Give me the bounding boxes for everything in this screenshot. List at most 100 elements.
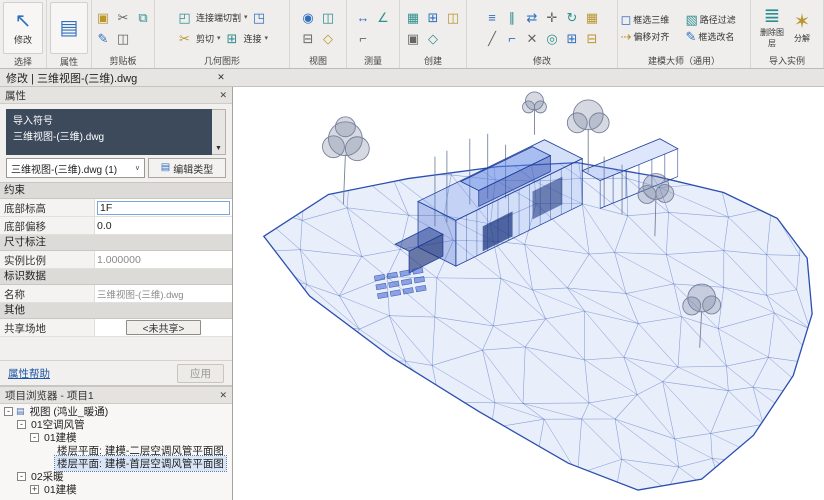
collapse-icon[interactable]: -: [17, 420, 26, 429]
properties-close-icon[interactable]: ✕: [219, 90, 227, 101]
create-group-button[interactable]: ▦: [405, 9, 422, 26]
panel-label-modify[interactable]: 修改: [467, 55, 617, 68]
panel-label-import-instance[interactable]: 导入实例: [751, 55, 823, 68]
measure-button[interactable]: ↔: [355, 9, 372, 26]
unjoin-button[interactable]: ⊟: [584, 30, 601, 47]
delete-layers-button[interactable]: ≣ 删除图层: [759, 6, 786, 49]
property-row-instance-scale: 实例比例 1.000000: [0, 251, 232, 269]
create-similar-button[interactable]: ⊞: [425, 9, 442, 26]
name-value[interactable]: 三维视图-(三维).dwg: [95, 285, 232, 302]
cut-geometry-label[interactable]: 剪切: [196, 32, 214, 45]
type-preview[interactable]: 导入符号 三维视图-(三维).dwg ▼: [6, 109, 226, 155]
project-browser-close-icon[interactable]: ✕: [219, 390, 227, 401]
type-selector-dropdown[interactable]: 三维视图-(三维).dwg (1) ∨: [6, 158, 145, 178]
box-select-3d-button[interactable]: ◻ 框选三维: [621, 13, 683, 26]
path-filter-label: 路径过滤: [700, 13, 736, 26]
create-parts-button[interactable]: ▣: [405, 30, 422, 47]
path-filter-button[interactable]: ▧ 路径过滤: [686, 13, 748, 26]
modify-button[interactable]: ↖ 修改: [3, 2, 43, 54]
match-type-button[interactable]: ✎: [95, 30, 112, 47]
panel-label-properties[interactable]: 属性: [47, 56, 91, 68]
panel-label-master[interactable]: 建模大师（通用）: [618, 55, 750, 68]
paste-button[interactable]: ▣: [95, 9, 112, 26]
offset-align-button[interactable]: ⇢ 偏移对齐: [621, 30, 683, 43]
offset-button[interactable]: ∥: [504, 9, 521, 26]
create-extra-button[interactable]: ◇: [425, 30, 442, 47]
copy-button[interactable]: ⧉: [135, 9, 152, 26]
ribbon: ↖ 修改 选择 ▤ 属性 ▣ ✂ ⧉: [0, 0, 824, 69]
box-rename-icon: ✎: [686, 30, 697, 43]
collapse-icon[interactable]: -: [17, 472, 26, 481]
type-preview-name: 三维视图-(三维).dwg: [13, 130, 205, 146]
join-button[interactable]: ⊞: [564, 30, 581, 47]
join-geometry-caret-icon[interactable]: ▾: [265, 34, 269, 42]
align-button[interactable]: ≡: [484, 9, 501, 26]
base-offset-value[interactable]: 0.0: [95, 217, 232, 234]
type-selector-value: 三维视图-(三维).dwg (1): [11, 161, 117, 176]
collapse-icon[interactable]: -: [4, 407, 13, 416]
mirror-button[interactable]: ⇄: [524, 9, 541, 26]
apply-button[interactable]: 应用: [177, 364, 224, 383]
type-preview-dropdown[interactable]: ▼: [212, 109, 226, 155]
shared-site-button[interactable]: <未共享>: [126, 320, 202, 335]
tree-item-heating-modeling[interactable]: + 01建模: [0, 483, 232, 496]
join-geometry-label[interactable]: 连接: [244, 32, 262, 45]
rotate-button[interactable]: ↻: [564, 9, 581, 26]
box-rename-button[interactable]: ✎ 框选改名: [686, 30, 748, 43]
panel-label-measure[interactable]: 测量: [347, 55, 399, 68]
panel-label-create[interactable]: 创建: [400, 55, 466, 68]
tree-item-hvac-duct[interactable]: - 01空调风管: [0, 418, 232, 431]
split-button[interactable]: ╱: [484, 30, 501, 47]
override-button[interactable]: ⊟: [300, 30, 317, 47]
collapse-icon[interactable]: -: [30, 433, 39, 442]
panel-label-geometry[interactable]: 几何图形: [155, 55, 289, 68]
visibility-button[interactable]: ◉: [300, 9, 317, 26]
join-geometry-button[interactable]: ⊞: [224, 30, 241, 47]
model-3d-view[interactable]: [233, 87, 824, 500]
cut-geometry-caret-icon[interactable]: ▾: [217, 34, 221, 42]
section-dimensions[interactable]: 尺寸标注: [0, 235, 232, 251]
join-end-cut-caret-icon[interactable]: ▾: [244, 13, 248, 21]
delete-button[interactable]: ✕: [524, 30, 541, 47]
angle-button[interactable]: ∠: [375, 9, 392, 26]
align-icon: ≡: [488, 11, 496, 24]
panel-modify: ≡ ∥ ⇄ ✛ ↻ ▦ ╱ ⌐ ✕ ◎ ⊞ ⊟: [467, 0, 618, 68]
section-other[interactable]: 其他: [0, 303, 232, 319]
dimension-button[interactable]: ⌐: [355, 30, 372, 47]
explode-button[interactable]: ✶ 分解: [789, 12, 816, 44]
contextual-bar-title: 修改 | 三维视图-(三维).dwg: [0, 71, 137, 88]
panel-label-clipboard[interactable]: 剪贴板: [92, 55, 154, 68]
move-button[interactable]: ✛: [544, 9, 561, 26]
cut-geometry-button[interactable]: ✂: [176, 30, 193, 47]
offset-align-label: 偏移对齐: [633, 30, 669, 43]
expand-icon[interactable]: +: [30, 485, 39, 494]
edit-type-button[interactable]: ▤ 编辑类型: [148, 158, 226, 178]
tree-item-label: 01建模: [42, 482, 79, 497]
pin-button[interactable]: ◎: [544, 30, 561, 47]
panel-label-select[interactable]: 选择: [0, 56, 46, 68]
properties-button[interactable]: ▤: [50, 2, 88, 54]
hide-button[interactable]: ◫: [320, 9, 337, 26]
tree-item-heating[interactable]: - 02采暖: [0, 470, 232, 483]
tree-item-label: 楼层平面: 建模-首层空调风管平面图: [55, 456, 226, 471]
modify-button-label: 修改: [14, 33, 32, 46]
views-icon: ▤: [16, 406, 25, 417]
join-end-cut-label[interactable]: 连接端切割: [196, 11, 241, 24]
base-level-input[interactable]: 1F: [97, 201, 230, 215]
view-extra-button[interactable]: ◇: [320, 30, 337, 47]
visibility-icon: ◉: [302, 11, 313, 24]
section-identity[interactable]: 标识数据: [0, 269, 232, 285]
geometry-extra-button[interactable]: ◳: [251, 9, 268, 26]
clipboard-extra-button[interactable]: ◫: [115, 30, 132, 47]
array-button[interactable]: ▦: [584, 9, 601, 26]
panel-label-view[interactable]: 视图: [290, 55, 346, 68]
join-end-cut-button[interactable]: ◰: [176, 9, 193, 26]
base-level-label: 底部标高: [0, 199, 95, 216]
drawing-area[interactable]: [233, 87, 824, 500]
trim-button[interactable]: ⌐: [504, 30, 521, 47]
cut-button[interactable]: ✂: [115, 9, 132, 26]
properties-help-link[interactable]: 属性帮助: [8, 366, 50, 381]
create-assembly-button[interactable]: ◫: [445, 9, 462, 26]
section-constraints[interactable]: 约束: [0, 183, 232, 199]
contextual-close-icon[interactable]: ✕: [214, 70, 228, 84]
